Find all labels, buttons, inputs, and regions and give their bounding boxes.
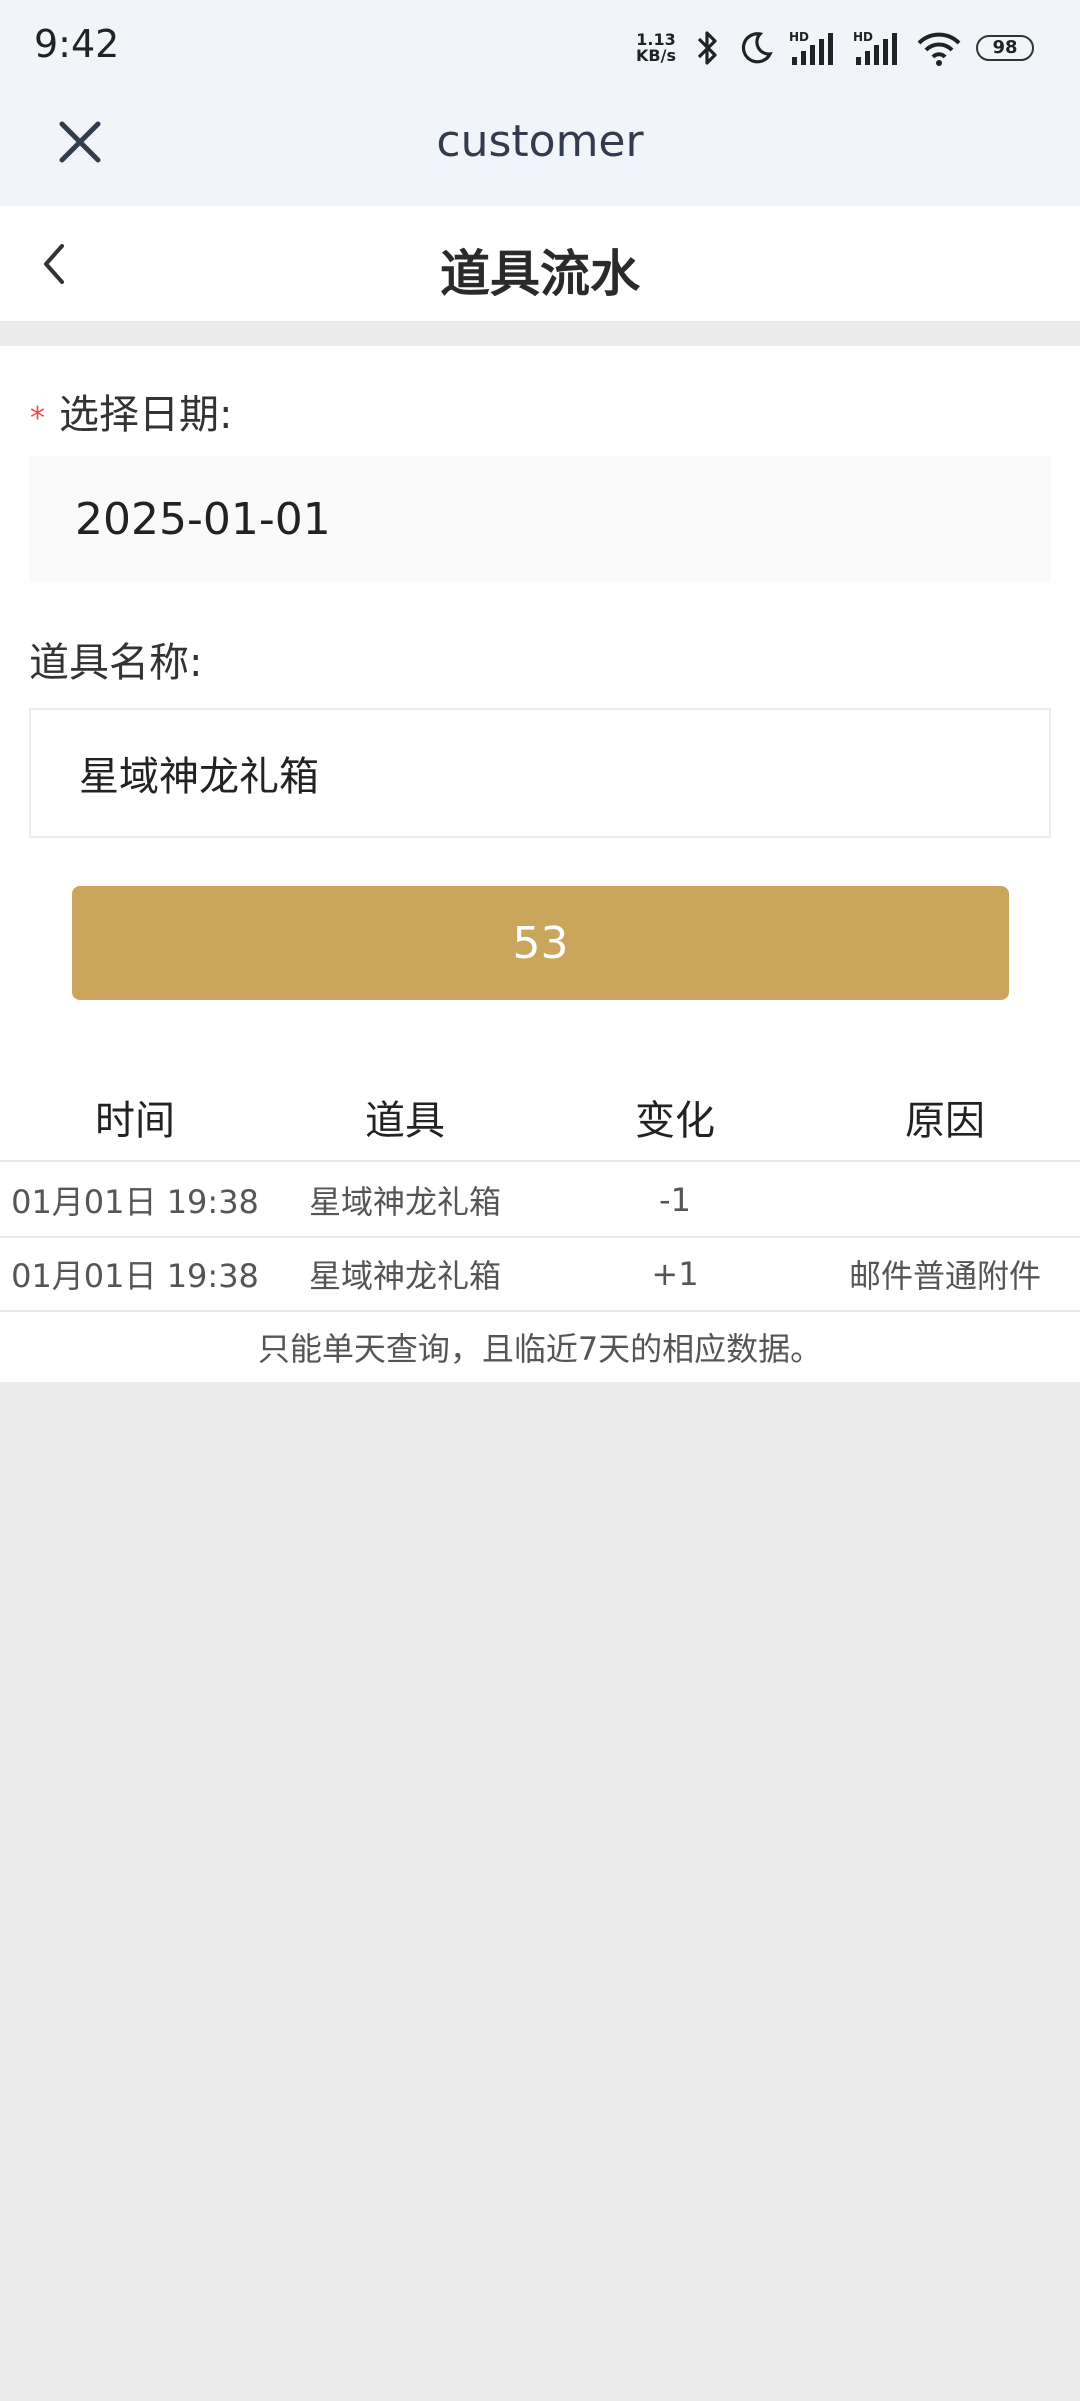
- item-name-input[interactable]: [29, 708, 1051, 838]
- battery-icon: 98: [976, 35, 1034, 61]
- network-speed: 1.13 KB/s: [636, 30, 676, 65]
- item-name-label: 道具名称:: [29, 640, 203, 686]
- column-header-reason: 原因: [905, 1098, 985, 1144]
- column-header-time: 时间: [95, 1098, 175, 1144]
- svg-text:HD: HD: [789, 30, 809, 44]
- cell-reason: 邮件普通附件: [848, 1257, 1041, 1295]
- status-bar: 9:42 1.13 KB/s HD HD 98: [0, 0, 1080, 96]
- date-label: * 选择日期:: [30, 392, 233, 438]
- cell-time: 01月01日 19:38: [11, 1183, 259, 1221]
- cell-item: 星域神龙礼箱: [308, 1257, 501, 1295]
- signal-hd-icon: HD: [789, 30, 833, 65]
- required-mark: *: [30, 401, 45, 436]
- webview-titlebar: customer: [0, 96, 1080, 206]
- wifi-icon: [917, 32, 961, 66]
- column-header-item: 道具: [365, 1098, 445, 1144]
- status-time: 9:42: [34, 22, 120, 66]
- nav-bar: 道具流水: [0, 206, 1080, 322]
- cell-item: 星域神龙礼箱: [308, 1183, 501, 1221]
- table-row: 01月01日 19:38 星域神龙礼箱 -1: [0, 1164, 1080, 1238]
- table-header: 时间 道具 变化 原因: [0, 1074, 1080, 1162]
- cell-time: 01月01日 19:38: [11, 1257, 259, 1295]
- webview-title: customer: [436, 116, 644, 167]
- query-form: *选择日期: 道具名称: 53 时间 道具 变化 原因 01月01日 19:38…: [0, 346, 1080, 1382]
- query-button[interactable]: 53: [72, 886, 1009, 1000]
- table-row: 01月01日 19:38 星域神龙礼箱 +1 邮件普通附件: [0, 1238, 1080, 1312]
- cell-change: +1: [651, 1255, 699, 1293]
- moon-icon: [741, 32, 773, 64]
- date-field[interactable]: [29, 456, 1051, 582]
- page-title: 道具流水: [440, 245, 640, 303]
- status-icons: 1.13 KB/s HD HD 98: [636, 26, 1034, 70]
- query-footnote: 只能单天查询，且临近7天的相应数据。: [257, 1330, 823, 1368]
- column-header-change: 变化: [635, 1098, 715, 1144]
- bluetooth-icon: [697, 31, 717, 65]
- cell-change: -1: [659, 1181, 691, 1219]
- signal-hd-icon: HD: [853, 30, 897, 65]
- svg-text:HD: HD: [853, 30, 873, 44]
